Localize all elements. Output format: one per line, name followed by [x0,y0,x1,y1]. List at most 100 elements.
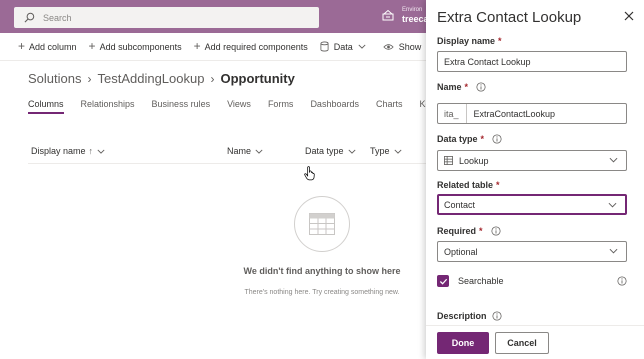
tab-dashboards[interactable]: Dashboards [310,99,359,114]
tab-forms[interactable]: Forms [268,99,294,114]
chevron-down-icon [255,149,263,154]
column-header-data-type-label: Data type [305,146,344,156]
breadcrumb-solution[interactable]: TestAddingLookup [97,71,204,86]
column-header-row: Display name ↑ Name Data type Type [28,138,432,164]
column-header-name-label: Name [227,146,252,156]
breadcrumb-solutions[interactable]: Solutions [28,71,81,86]
show-menu-button[interactable]: Show [383,41,422,52]
related-table-label-text: Related table [437,180,494,190]
data-type-label: Data type * [437,134,502,144]
chevron-down-icon [97,149,105,154]
panel-footer: Done Cancel [426,325,644,359]
tab-columns[interactable]: Columns [28,99,64,114]
show-menu-label: Show [398,41,422,52]
data-menu-label: Data [333,41,353,52]
required-value: Optional [444,246,478,257]
table-icon [309,213,335,235]
done-button[interactable]: Done [437,332,489,354]
required-asterisk: * [479,226,483,236]
column-header-display-name-label: Display name [31,146,86,156]
tab-views[interactable]: Views [227,99,251,114]
required-asterisk: * [496,180,500,190]
search-icon [24,12,35,23]
chevron-down-icon [358,44,366,49]
tab-business-rules[interactable]: Business rules [152,99,211,114]
info-icon[interactable] [491,311,502,321]
name-label: Name * [437,82,486,92]
required-asterisk: * [464,82,469,92]
description-label: Description [437,311,502,321]
searchable-checkbox[interactable] [437,275,449,287]
plus-icon: + [18,39,26,53]
breadcrumb-current: Opportunity [220,71,295,86]
display-name-input[interactable]: Extra Contact Lookup [437,51,627,72]
display-name-label-text: Display name [437,36,496,46]
checkmark-icon [439,278,447,285]
add-required-label: Add required components [204,41,308,52]
search-placeholder: Search [43,12,72,23]
info-icon[interactable] [492,134,502,144]
column-properties-panel: Extra Contact Lookup Display name * Extr… [426,0,644,359]
required-label: Required * [437,226,501,236]
name-input[interactable]: ita_ ExtraContactLookup [437,103,627,124]
environment-value: treeca [402,14,429,24]
lookup-grid-icon [444,156,453,165]
column-header-display-name[interactable]: Display name ↑ [31,146,105,156]
cancel-button[interactable]: Cancel [495,332,549,354]
add-column-label: Add column [29,41,77,52]
chevron-down-icon [609,248,618,254]
column-header-type[interactable]: Type [370,146,402,156]
column-header-data-type[interactable]: Data type [305,146,356,156]
add-subcomponents-button[interactable]: + Add subcomponents [88,39,182,53]
table-tabs: Columns Relationships Business rules Vie… [28,99,448,114]
search-box[interactable]: Search [14,7,319,28]
data-type-value: Lookup [459,155,489,166]
environment-picker[interactable]: Environ treeca [382,6,429,24]
required-label-text: Required [437,226,477,236]
add-required-components-button[interactable]: + Add required components [193,39,308,53]
name-label-text: Name [437,82,462,92]
required-dropdown[interactable]: Optional [437,241,627,262]
tab-relationships[interactable]: Relationships [81,99,135,114]
add-subcomponents-label: Add subcomponents [99,41,182,52]
empty-state-illustration [294,196,350,252]
publisher-prefix: ita_ [444,104,467,123]
searchable-row: Searchable [437,275,627,287]
chevron-down-icon [609,157,618,163]
empty-state-subtitle: There's nothing here. Try creating somet… [244,289,400,296]
plus-icon: + [88,39,96,53]
chevron-down-icon [348,149,356,154]
required-asterisk: * [480,134,485,144]
name-value: ExtraContactLookup [473,108,556,119]
sort-ascending-icon: ↑ [88,146,94,156]
display-name-label: Display name * [437,36,502,46]
required-asterisk: * [498,36,502,46]
breadcrumb: Solutions › TestAddingLookup › Opportuni… [28,71,295,86]
chevron-down-icon [608,202,617,208]
data-type-dropdown[interactable]: Lookup [437,150,627,171]
add-column-button[interactable]: + Add column [18,39,77,53]
searchable-label: Searchable [458,276,504,286]
info-icon[interactable] [617,276,627,286]
related-table-label: Related table * [437,180,500,190]
command-bar: + Add column + Add subcomponents + Add r… [0,33,432,61]
breadcrumb-separator-icon: › [210,71,215,86]
tab-charts[interactable]: Charts [376,99,403,114]
data-menu-button[interactable]: Data [320,41,371,52]
related-table-value: Contact [444,199,476,210]
hand-cursor-icon [304,166,315,181]
environment-icon [382,9,394,21]
plus-icon: + [193,39,201,53]
close-icon[interactable] [623,10,635,22]
data-type-label-text: Data type [437,134,478,144]
breadcrumb-separator-icon: › [87,71,92,86]
info-icon[interactable] [490,226,501,236]
display-name-value: Extra Contact Lookup [444,56,531,67]
column-header-type-label: Type [370,146,390,156]
database-icon [320,41,329,52]
column-header-name[interactable]: Name [227,146,263,156]
related-table-dropdown[interactable]: Contact [437,194,627,215]
description-label-text: Description [437,311,487,321]
panel-title: Extra Contact Lookup [437,9,582,26]
info-icon[interactable] [476,82,486,92]
